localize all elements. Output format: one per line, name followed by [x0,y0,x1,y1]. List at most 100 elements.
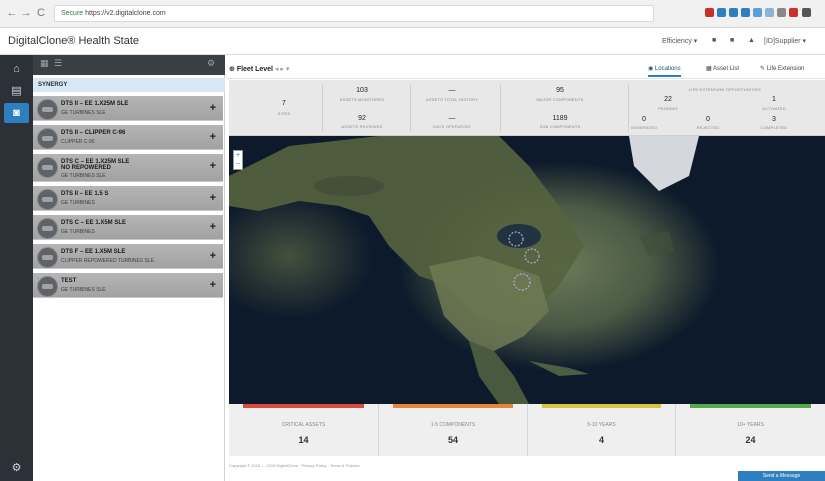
kpi-assets-total-label: Assets Total History [426,97,478,102]
kpi-activated-label: Activated [762,106,786,111]
asset-item[interactable]: DTS F – EE 1.X5M SLE CLIPPER REPOWERED T… [33,244,223,269]
severity-value: 24 [745,435,756,445]
kpi-major-components-label: Major Components [536,97,584,102]
zoom-out-icon[interactable]: − [234,160,242,169]
kpi-pending-value: 22 [664,96,672,103]
expand-icon[interactable]: + [210,102,216,114]
tab-locations[interactable]: ◉ Locations [648,65,681,77]
expand-icon[interactable]: + [210,160,216,172]
nav-icon[interactable]: ■ [712,37,716,44]
reload-icon[interactable]: C [35,7,47,19]
kpi-assets-monitored-value: 103 [356,87,368,94]
kpi-assets-reviewed-value: 92 [358,115,366,122]
grid-icon[interactable]: ▦ [40,58,49,69]
tab-arrows-icon[interactable]: ◂ ▸ ▾ [275,66,289,73]
kpi-pending-label: Pending [658,106,678,111]
expand-icon[interactable]: + [210,279,216,291]
secure-label: Secure [61,10,84,17]
kpi-assets-monitored-label: Assets Monitored [339,97,385,102]
kpi-divider [500,84,501,132]
severity-label: Critical Assets [281,422,326,428]
tab-asset-list[interactable]: ▦ Asset List [706,65,739,72]
severity-5-10[interactable]: 5-10 Years 4 [528,404,676,456]
fleet-level-label: Fleet Level [236,66,273,73]
kpi-divider [410,84,411,132]
extension-icon[interactable] [741,8,750,17]
menu-icon[interactable] [802,8,811,17]
kpi-activated-value: 1 [772,96,776,103]
asset-subtitle: GE TURBINES SLE [61,173,106,179]
tab-asset-list-label: Asset List [713,66,740,72]
extension-icon[interactable] [789,8,798,17]
asset-title: DTS II – EE 1.X25M SLE [61,101,129,107]
fleet-level-tab[interactable]: ⊕ Fleet Level ◂ ▸ ▾ [229,65,289,73]
extension-icon[interactable] [753,8,762,17]
fleet-group[interactable]: SYNERGY [33,78,225,92]
send-message-button[interactable]: Send a Message [738,471,825,481]
user-menu[interactable]: [ID]Supplier ▾ [764,37,806,45]
address-bar[interactable]: Secure https://v2.digitalclone.com [54,5,654,22]
nav-icon[interactable]: ■ [730,37,734,44]
extension-icon[interactable] [717,8,726,17]
app-brand[interactable]: DigitalClone® Health State [8,35,139,47]
extension-icon[interactable] [765,8,774,17]
asset-item[interactable]: TEST GE TURBINES SLE + [33,273,223,298]
turbine-icon [37,128,58,149]
life-extension-header: Life Extension Opportunities [689,87,761,92]
kpi-days-operating-value: — [448,115,456,122]
gear-icon[interactable]: ⚙ [207,58,215,69]
expand-icon[interactable]: + [210,131,216,143]
database-icon[interactable]: ▤ [4,81,29,101]
zoom-in-icon[interactable]: + [234,151,242,160]
severity-bar [243,404,364,408]
list-icon[interactable]: ☰ [54,58,62,69]
expand-icon[interactable]: + [210,192,216,204]
kpi-sub-components-label: Sub Components [539,124,581,129]
user-icon[interactable]: ▲ [748,37,755,44]
efficiency-menu[interactable]: Efficiency ▾ [662,37,697,45]
asset-subtitle: GE TURBINES [61,200,95,206]
asset-subtitle: CLIPPER REPOWERED TURBINES SLE [61,258,154,264]
asset-item[interactable]: DTS C – EE 1.X25M SLE NO REPOWERED GE TU… [33,154,223,182]
asset-title: DTS II – CLIPPER C-96 [61,130,126,136]
severity-bar [393,404,513,408]
star-icon[interactable] [705,8,714,17]
turbine-icon [37,247,58,268]
map-terrain [229,136,699,404]
severity-value: 14 [298,435,309,445]
settings-icon[interactable]: ⚙ [4,458,29,478]
forward-icon[interactable]: → [20,7,32,19]
severity-label: 5-10 Years [587,422,616,428]
asset-title: DTS F – EE 1.X5M SLE [61,249,126,255]
asset-subtitle: GE TURBINES SLE [61,110,106,116]
asset-title: TEST [61,278,77,284]
turbine-icon [37,189,58,210]
extension-icon[interactable] [777,8,786,17]
asset-item[interactable]: DTS II – EE 1.X25M SLE GE TURBINES SLE + [33,96,223,121]
camera-icon[interactable]: ◙ [4,103,29,123]
url-text: https://v2.digitalclone.com [85,10,166,17]
tab-life-extension-label: Life Extension [766,66,805,72]
expand-icon[interactable]: + [210,250,216,262]
severity-bar [542,404,661,408]
home-icon[interactable]: ⌂ [4,59,29,79]
kpi-completed-value: 3 [772,116,776,123]
asset-item[interactable]: DTS II – CLIPPER C-96 CLIPPER C-96 + [33,125,223,150]
asset-item[interactable]: DTS II – EE 1.5 S GE TURBINES + [33,186,223,211]
turbine-icon [37,157,58,178]
kpi-sub-components-value: 1189 [552,115,568,122]
turbine-icon [37,218,58,239]
map-zoom-control[interactable]: + − [233,150,243,170]
satellite-map[interactable] [229,136,825,404]
asset-title: DTS C – EE 1.X5M SLE [61,220,127,226]
severity-value: 4 [598,435,604,445]
extension-icon[interactable] [729,8,738,17]
severity-1-5[interactable]: 1-5 Components 54 [379,404,528,456]
kpi-sites-label: Sites [277,111,291,116]
tab-life-extension[interactable]: ✎ Life Extension [760,65,804,72]
asset-item[interactable]: DTS C – EE 1.X5M SLE GE TURBINES + [33,215,223,240]
expand-icon[interactable]: + [210,221,216,233]
severity-critical[interactable]: Critical Assets 14 [229,404,379,456]
severity-10-plus[interactable]: 10+ Years 24 [676,404,825,456]
back-icon[interactable]: ← [6,7,18,19]
